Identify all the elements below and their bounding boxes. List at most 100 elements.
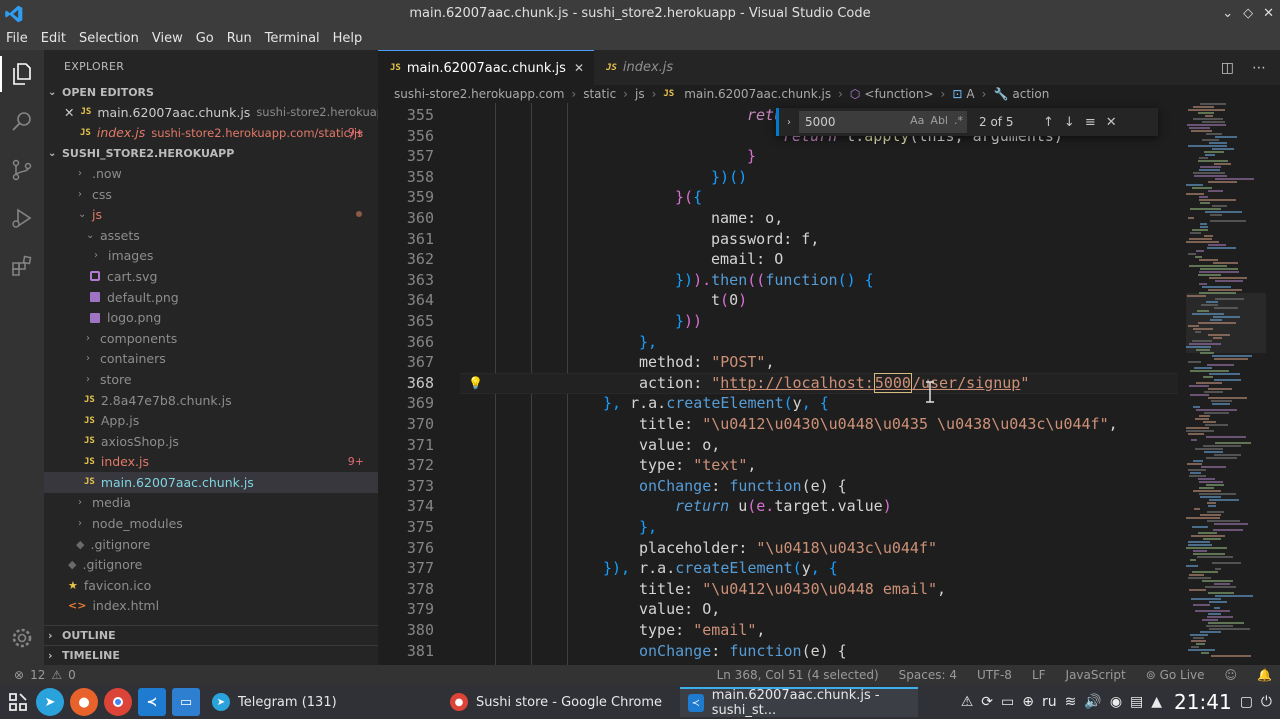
- file-manager-icon[interactable]: ▭: [172, 688, 200, 716]
- tree-folder[interactable]: › components: [44, 328, 378, 349]
- minimap[interactable]: [1186, 103, 1266, 665]
- tree-folder[interactable]: ⌄ js: [44, 204, 378, 225]
- menu-terminal[interactable]: Terminal: [265, 31, 320, 46]
- tree-file[interactable]: cart.svg: [44, 266, 378, 287]
- menu-view[interactable]: View: [152, 31, 183, 46]
- warning-count[interactable]: 0: [68, 668, 76, 682]
- error-icon[interactable]: ⊗: [14, 668, 24, 682]
- breadcrumb-item[interactable]: main.62007aac.chunk.js: [684, 87, 831, 101]
- notifications-icon[interactable]: 🔔: [1257, 668, 1272, 682]
- more-actions-icon[interactable]: ⋯: [1252, 60, 1266, 76]
- next-match-icon[interactable]: ↓: [1064, 115, 1075, 130]
- outline-section[interactable]: › OUTLINE: [44, 625, 378, 645]
- match-case-toggle[interactable]: Aa: [910, 114, 924, 127]
- clipboard-icon[interactable]: ▤: [1130, 694, 1143, 710]
- breadcrumb-item[interactable]: static: [583, 87, 616, 101]
- minimize-icon[interactable]: ⌄: [1222, 6, 1233, 21]
- timeline-section[interactable]: › TIMELINE: [44, 645, 378, 665]
- open-editor-item[interactable]: ✕ JS main.62007aac.chunk.js sushi-store2…: [44, 102, 378, 123]
- close-editor-icon[interactable]: ✕: [64, 105, 74, 120]
- firefox-icon[interactable]: ●: [70, 688, 98, 716]
- project-section[interactable]: ⌄ SUSHI_STORE2.HEROKUAPP: [44, 143, 378, 163]
- close-window-icon[interactable]: ✕: [1263, 6, 1274, 21]
- keyboard-layout[interactable]: ru: [1042, 694, 1057, 710]
- extensions-icon[interactable]: [10, 254, 34, 278]
- tree-file[interactable]: ★ favicon.ico: [44, 575, 378, 596]
- power-icon[interactable]: ⏻: [1261, 694, 1272, 710]
- search-icon[interactable]: [10, 110, 34, 134]
- vpn-icon[interactable]: ⊕: [1022, 694, 1034, 710]
- indentation[interactable]: Spaces: 4: [899, 668, 957, 682]
- vertical-scrollbar[interactable]: [1266, 103, 1280, 665]
- tree-folder[interactable]: › css: [44, 184, 378, 205]
- tree-file[interactable]: JS 2.8a47e7b8.chunk.js: [44, 390, 378, 411]
- end-of-line[interactable]: LF: [1032, 668, 1046, 682]
- tree-folder[interactable]: › .now: [44, 163, 378, 184]
- battery-icon[interactable]: ▭: [1001, 694, 1014, 710]
- breadcrumb-item[interactable]: A: [966, 87, 974, 101]
- breadcrumb-item[interactable]: action: [1012, 87, 1049, 101]
- tree-folder[interactable]: › containers: [44, 349, 378, 370]
- alert-icon[interactable]: ⚠: [961, 694, 974, 710]
- breadcrumb-item[interactable]: <function>: [864, 87, 933, 101]
- tab-index-js[interactable]: JS index.js: [594, 50, 685, 85]
- menu-edit[interactable]: Edit: [41, 31, 66, 46]
- language-mode[interactable]: JavaScript: [1066, 668, 1126, 682]
- gear-icon[interactable]: [10, 626, 34, 650]
- close-tab-icon[interactable]: ✕: [574, 61, 584, 75]
- breadcrumb-item[interactable]: sushi-store2.herokuapp.com: [394, 87, 564, 101]
- open-editors-section[interactable]: ⌄ OPEN EDITORS: [44, 82, 378, 102]
- encoding[interactable]: UTF-8: [977, 668, 1012, 682]
- warning-icon[interactable]: ⚠: [51, 668, 62, 682]
- tree-file[interactable]: ◆ .gitignore: [44, 534, 378, 555]
- tree-folder[interactable]: › media: [44, 493, 378, 514]
- menu-selection[interactable]: Selection: [79, 31, 139, 46]
- explorer-icon[interactable]: [10, 62, 34, 86]
- tree-file[interactable]: default.png: [44, 287, 378, 308]
- tree-file-selected[interactable]: JS main.62007aac.chunk.js: [44, 472, 378, 493]
- split-editor-icon[interactable]: ◫: [1221, 60, 1234, 76]
- app-launcher-icon[interactable]: [4, 688, 32, 716]
- feedback-icon[interactable]: ☺: [1225, 668, 1238, 682]
- regex-toggle[interactable]: .*: [954, 114, 963, 127]
- toggle-replace-icon[interactable]: ›: [779, 117, 799, 128]
- menu-help[interactable]: Help: [333, 31, 363, 46]
- task-chrome[interactable]: ● Sushi store - Google Chrome: [442, 687, 678, 717]
- volume-icon[interactable]: 🔊: [1084, 694, 1101, 710]
- tree-file[interactable]: JS axiosShop.js: [44, 431, 378, 452]
- lightbulb-icon[interactable]: 💡: [468, 373, 483, 394]
- tray-expand-icon[interactable]: ▲: [1151, 694, 1162, 710]
- update-icon[interactable]: ⟳: [981, 694, 993, 710]
- go-live-button[interactable]: ⊚ Go Live: [1146, 668, 1205, 682]
- breadcrumb-item[interactable]: js: [635, 87, 645, 101]
- code-editor[interactable]: 355retu 356return t.apply(this, argument…: [378, 103, 1178, 665]
- find-input[interactable]: 5000 Aa Abl .*: [799, 111, 967, 133]
- tree-folder[interactable]: › store: [44, 369, 378, 390]
- tab-main-chunk[interactable]: JS main.62007aac.chunk.js ✕: [378, 50, 594, 85]
- tree-file[interactable]: <> index.html: [44, 596, 378, 617]
- maximize-icon[interactable]: ◇: [1243, 6, 1253, 21]
- screenshot-icon[interactable]: ◉: [1110, 694, 1122, 710]
- tree-folder[interactable]: › node_modules: [44, 513, 378, 534]
- show-desktop-icon[interactable]: ▢: [1240, 694, 1253, 710]
- tree-file[interactable]: ◆ .gitignore: [44, 554, 378, 575]
- tree-file[interactable]: JS index.js 9+: [44, 452, 378, 473]
- chrome-icon[interactable]: [104, 688, 132, 716]
- cursor-position[interactable]: Ln 368, Col 51 (4 selected): [717, 668, 879, 682]
- previous-match-icon[interactable]: ↑: [1043, 115, 1054, 130]
- find-in-selection-icon[interactable]: ≡: [1085, 115, 1096, 130]
- menu-go[interactable]: Go: [196, 31, 214, 46]
- open-editor-item[interactable]: JS index.js sushi-store2.herokuapp.com/s…: [44, 123, 378, 144]
- close-find-icon[interactable]: ✕: [1106, 115, 1117, 130]
- error-count[interactable]: 12: [30, 668, 45, 682]
- tree-folder[interactable]: ⌄ assets: [44, 225, 378, 246]
- tree-file[interactable]: logo.png: [44, 307, 378, 328]
- tree-folder[interactable]: › images: [44, 246, 378, 267]
- task-telegram[interactable]: ➤ Telegram (131): [204, 687, 440, 717]
- match-word-toggle[interactable]: Abl: [930, 114, 948, 127]
- telegram-icon[interactable]: ➤: [36, 688, 64, 716]
- tree-file[interactable]: JS App.js: [44, 410, 378, 431]
- wifi-icon[interactable]: ≋: [1065, 694, 1077, 710]
- menu-run[interactable]: Run: [227, 31, 252, 46]
- menu-file[interactable]: File: [6, 31, 28, 46]
